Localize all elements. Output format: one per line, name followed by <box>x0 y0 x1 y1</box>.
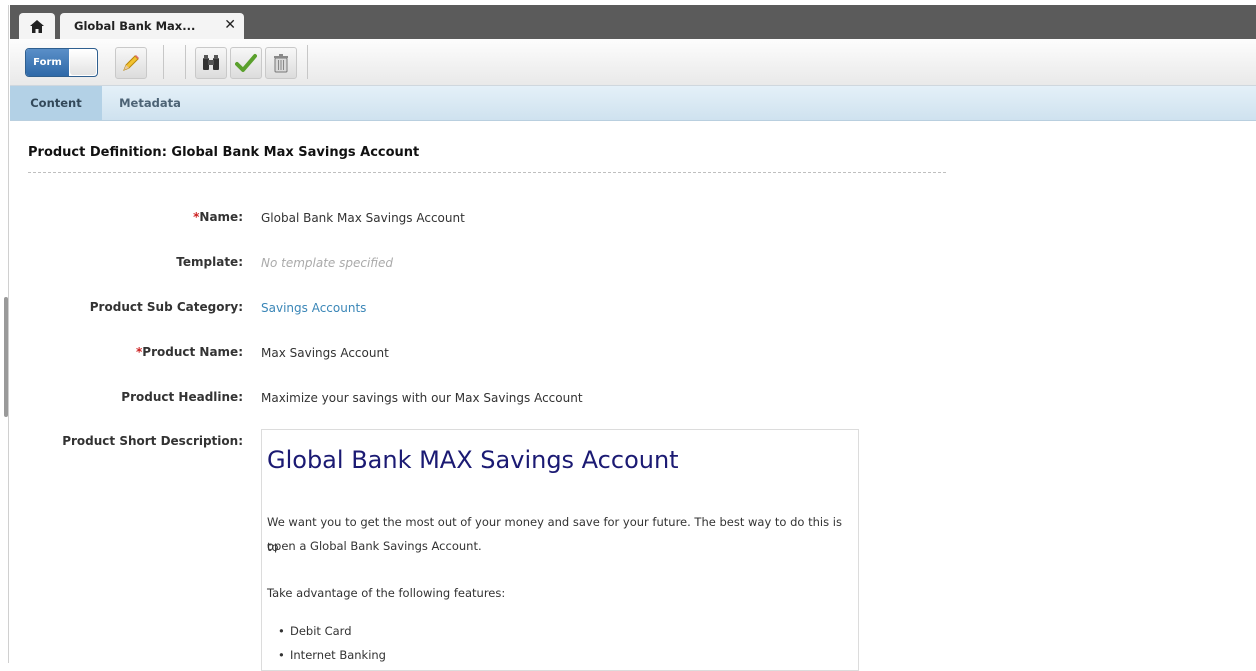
title-divider <box>28 172 946 173</box>
tab-content[interactable]: Content <box>10 86 102 120</box>
edit-button[interactable] <box>115 47 147 79</box>
close-icon[interactable]: ✕ <box>224 16 236 34</box>
headline-value: Maximize your savings with our Max Savin… <box>261 391 583 405</box>
tab-title: Global Bank Max... <box>74 19 196 33</box>
description-paragraph-line: open a Global Bank Savings Account. <box>267 539 482 553</box>
tab-global-bank-max[interactable]: Global Bank Max... ✕ <box>60 13 244 39</box>
splitter-line <box>8 5 9 663</box>
binoculars-icon <box>203 55 219 70</box>
checkmark-icon <box>235 54 257 72</box>
template-label: Template: <box>176 255 243 269</box>
toggle-knob <box>70 50 96 75</box>
document-tab-bar: Global Bank Max... ✕ <box>10 5 1256 39</box>
toolbar-separator <box>307 45 308 79</box>
pencil-icon <box>123 55 139 71</box>
form-toggle-label: Form <box>26 49 69 76</box>
name-value: Global Bank Max Savings Account <box>261 211 465 225</box>
description-paragraph: Take advantage of the following features… <box>267 586 506 600</box>
sub-category-label: Product Sub Category: <box>89 300 243 314</box>
find-button[interactable] <box>195 47 227 79</box>
product-name-label: *Product Name: <box>136 345 243 359</box>
bullet: • <box>278 624 285 638</box>
approve-button[interactable] <box>230 47 262 79</box>
left-panel-splitter[interactable] <box>0 5 10 663</box>
headline-label: Product Headline: <box>121 390 243 404</box>
page-title: Product Definition: Global Bank Max Savi… <box>28 145 420 160</box>
form-view-toggle[interactable]: Form <box>25 48 98 77</box>
template-value: No template specified <box>261 256 394 270</box>
product-name-value: Max Savings Account <box>261 346 389 360</box>
sub-category-link[interactable]: Savings Accounts <box>261 301 366 315</box>
splitter-grip[interactable] <box>4 297 8 417</box>
list-item: • Internet Banking <box>278 648 386 662</box>
content-tabs: Content Metadata <box>10 86 1256 121</box>
description-heading: Global Bank MAX Savings Account <box>267 446 679 474</box>
toolbar-separator <box>185 45 186 79</box>
list-item: • Debit Card <box>278 624 352 638</box>
name-label: *Name: <box>193 210 243 224</box>
home-tab[interactable] <box>19 13 55 39</box>
short-description-label: Product Short Description: <box>62 434 243 448</box>
bullet: • <box>278 648 285 662</box>
home-icon <box>30 19 44 33</box>
tab-metadata[interactable]: Metadata <box>102 86 198 120</box>
toolbar-separator <box>163 45 164 79</box>
trash-icon <box>274 54 288 73</box>
delete-button[interactable] <box>265 47 297 79</box>
short-description-content: Global Bank MAX Savings Account We want … <box>261 429 859 671</box>
toolbar: Form <box>10 39 1256 86</box>
